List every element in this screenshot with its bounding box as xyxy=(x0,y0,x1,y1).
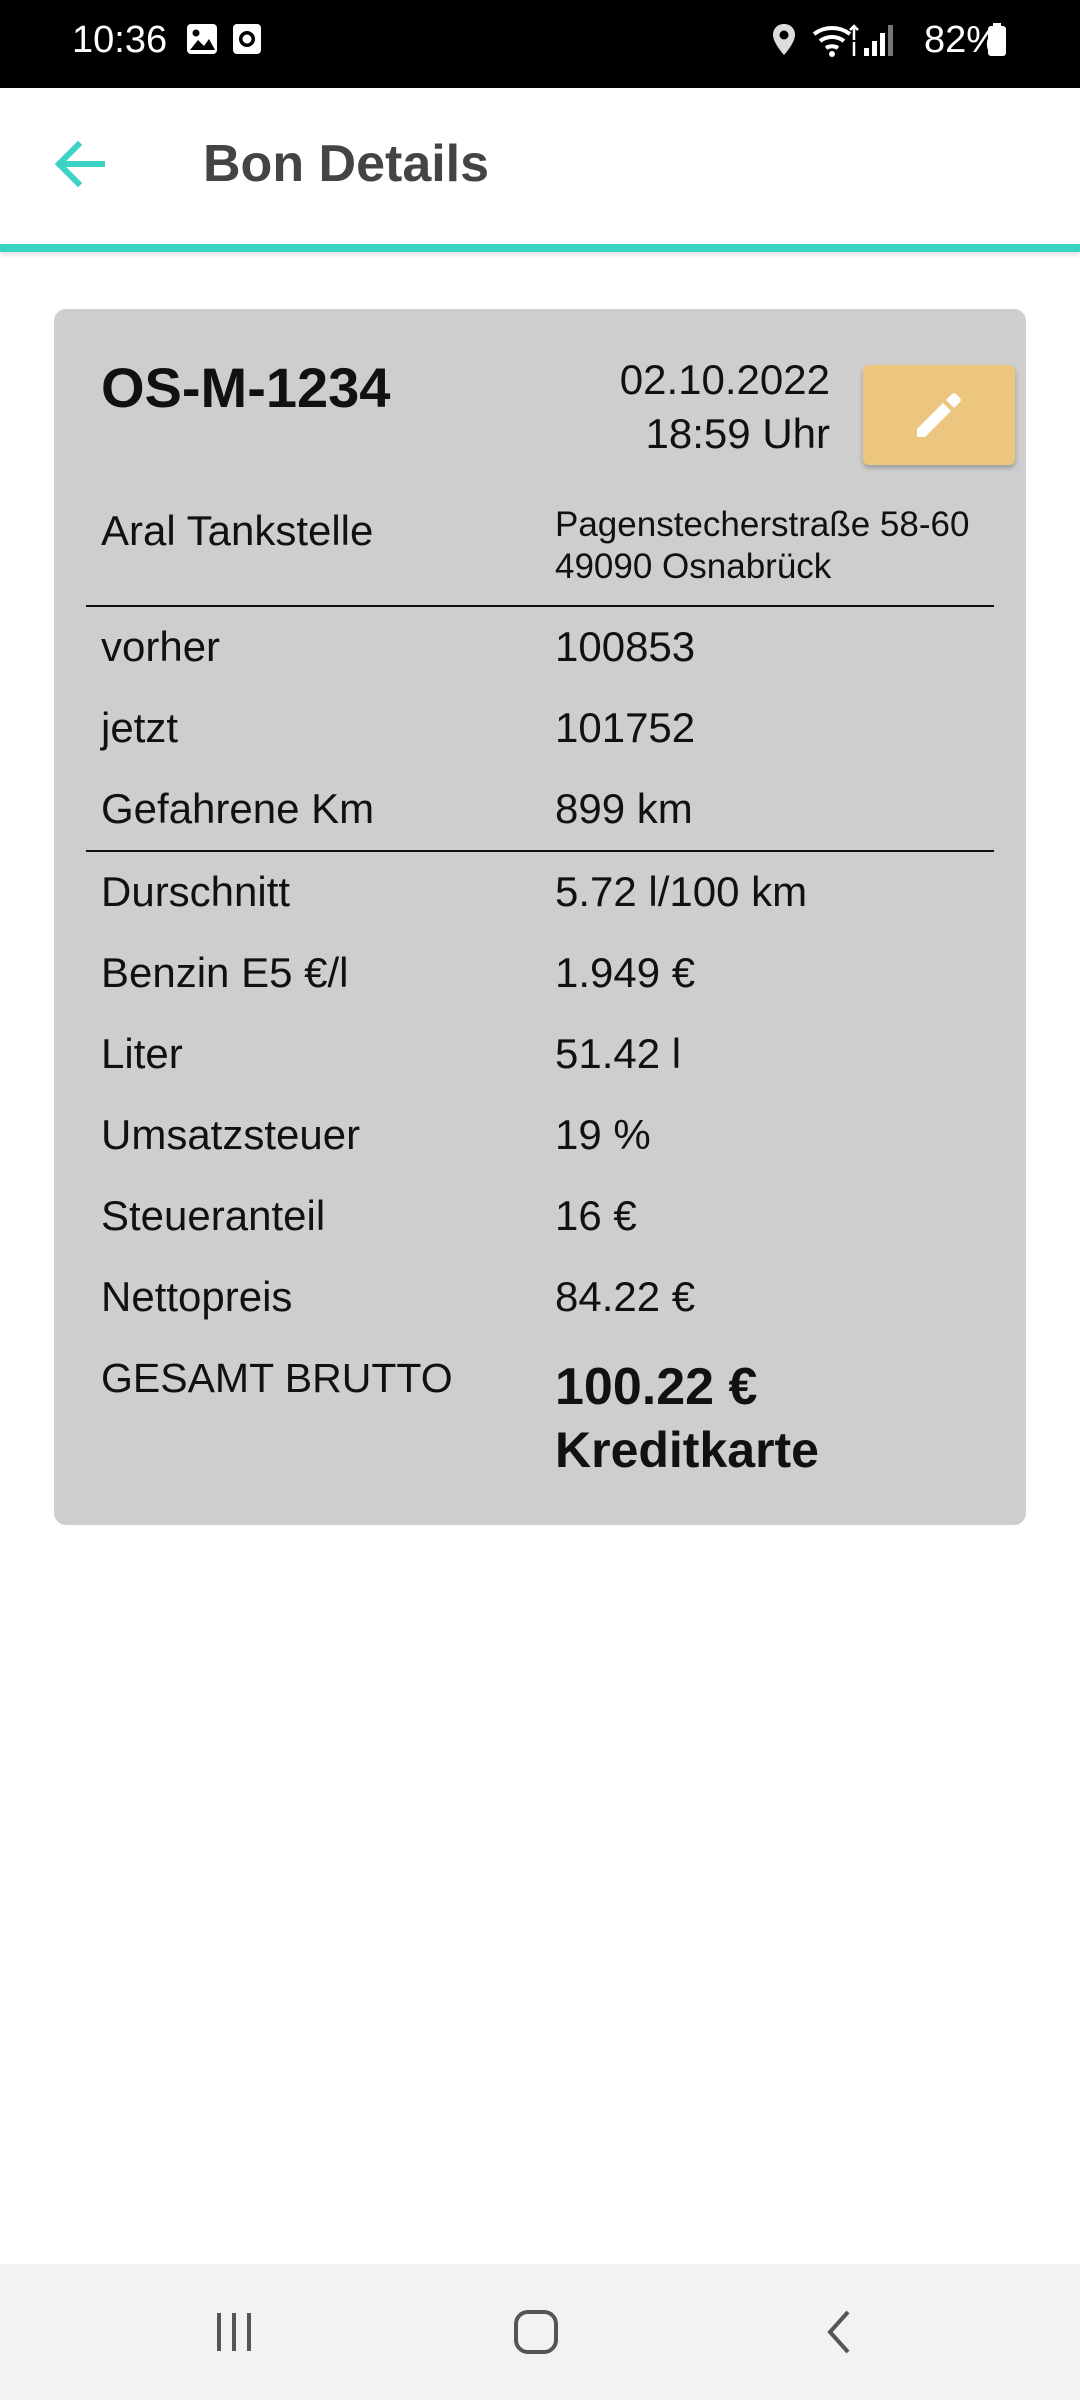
address-street: Pagenstecherstraße 58-60 xyxy=(555,505,970,544)
station-name: Aral Tankstelle xyxy=(101,507,374,554)
back-button[interactable] xyxy=(44,128,116,200)
row-label-benzin: Benzin E5 €/l xyxy=(101,949,349,996)
row-label-umsatzsteuer: Umsatzsteuer xyxy=(101,1111,361,1158)
row-value-benzin: 1.949 € xyxy=(555,949,696,996)
recent-apps-button[interactable] xyxy=(184,2302,284,2362)
payment-method: Kreditkarte xyxy=(555,1422,819,1478)
image-icon xyxy=(187,24,217,54)
row-label-jetzt: jetzt xyxy=(101,704,179,751)
address-city: 49090 Osnabrück xyxy=(555,547,832,586)
row-value-umsatzsteuer: 19 % xyxy=(555,1111,651,1158)
license-plate: OS-M-1234 xyxy=(101,356,391,419)
total-label: GESAMT BRUTTO xyxy=(101,1355,453,1401)
signal-icon xyxy=(864,25,893,56)
nav-back-button[interactable] xyxy=(790,2302,890,2362)
home-button[interactable] xyxy=(486,2302,586,2362)
receipt-datetime: 02.10.2022 18:59 Uhr xyxy=(620,353,830,461)
arrow-left-icon xyxy=(54,140,105,188)
battery-icon xyxy=(988,23,1006,56)
recent-apps-icon xyxy=(217,2313,251,2351)
status-bar: 10:36 82% xyxy=(0,0,1080,88)
row-value-km: 899 km xyxy=(555,785,693,832)
header-accent-line xyxy=(0,244,1080,252)
row-label-nettopreis: Nettopreis xyxy=(101,1273,293,1320)
receipt-date: 02.10.2022 xyxy=(619,356,830,403)
row-value-nettopreis: 84.22 € xyxy=(555,1273,696,1320)
row-value-jetzt: 101752 xyxy=(555,704,696,751)
location-icon xyxy=(773,24,795,55)
system-nav-bar xyxy=(0,2264,1080,2400)
row-value-durchschnitt: 5.72 l/100 km xyxy=(555,868,808,915)
wifi-icon xyxy=(812,24,859,57)
row-label-durchschnitt: Durschnitt xyxy=(101,868,291,915)
page-title: Bon Details xyxy=(203,135,490,193)
row-label-km: Gefahrene Km xyxy=(101,785,375,832)
row-value-steueranteil: 16 € xyxy=(555,1192,637,1239)
divider xyxy=(86,605,994,607)
station-address: Pagenstecherstraße 58-60 49090 Osnabrück xyxy=(555,504,969,588)
receipt-time: 18:59 Uhr xyxy=(645,410,830,457)
screen-record-icon xyxy=(233,24,261,54)
back-icon xyxy=(827,2310,850,2354)
divider xyxy=(86,850,994,852)
edit-button[interactable] xyxy=(863,365,1015,465)
home-icon xyxy=(514,2310,558,2354)
row-label-vorher: vorher xyxy=(101,623,221,670)
total-value: 100.22 € xyxy=(555,1358,758,1416)
row-label-steueranteil: Steueranteil xyxy=(101,1192,326,1239)
row-value-liter: 51.42 l xyxy=(555,1030,682,1077)
row-label-liter: Liter xyxy=(101,1030,183,1077)
receipt-card: OS-M-1234 02.10.2022 18:59 Uhr Aral Tank… xyxy=(54,309,1026,1525)
app-bar: Bon Details xyxy=(0,88,1080,246)
row-value-vorher: 100853 xyxy=(555,623,696,670)
pencil-icon xyxy=(917,393,961,437)
status-time: 10:36 xyxy=(72,19,168,61)
